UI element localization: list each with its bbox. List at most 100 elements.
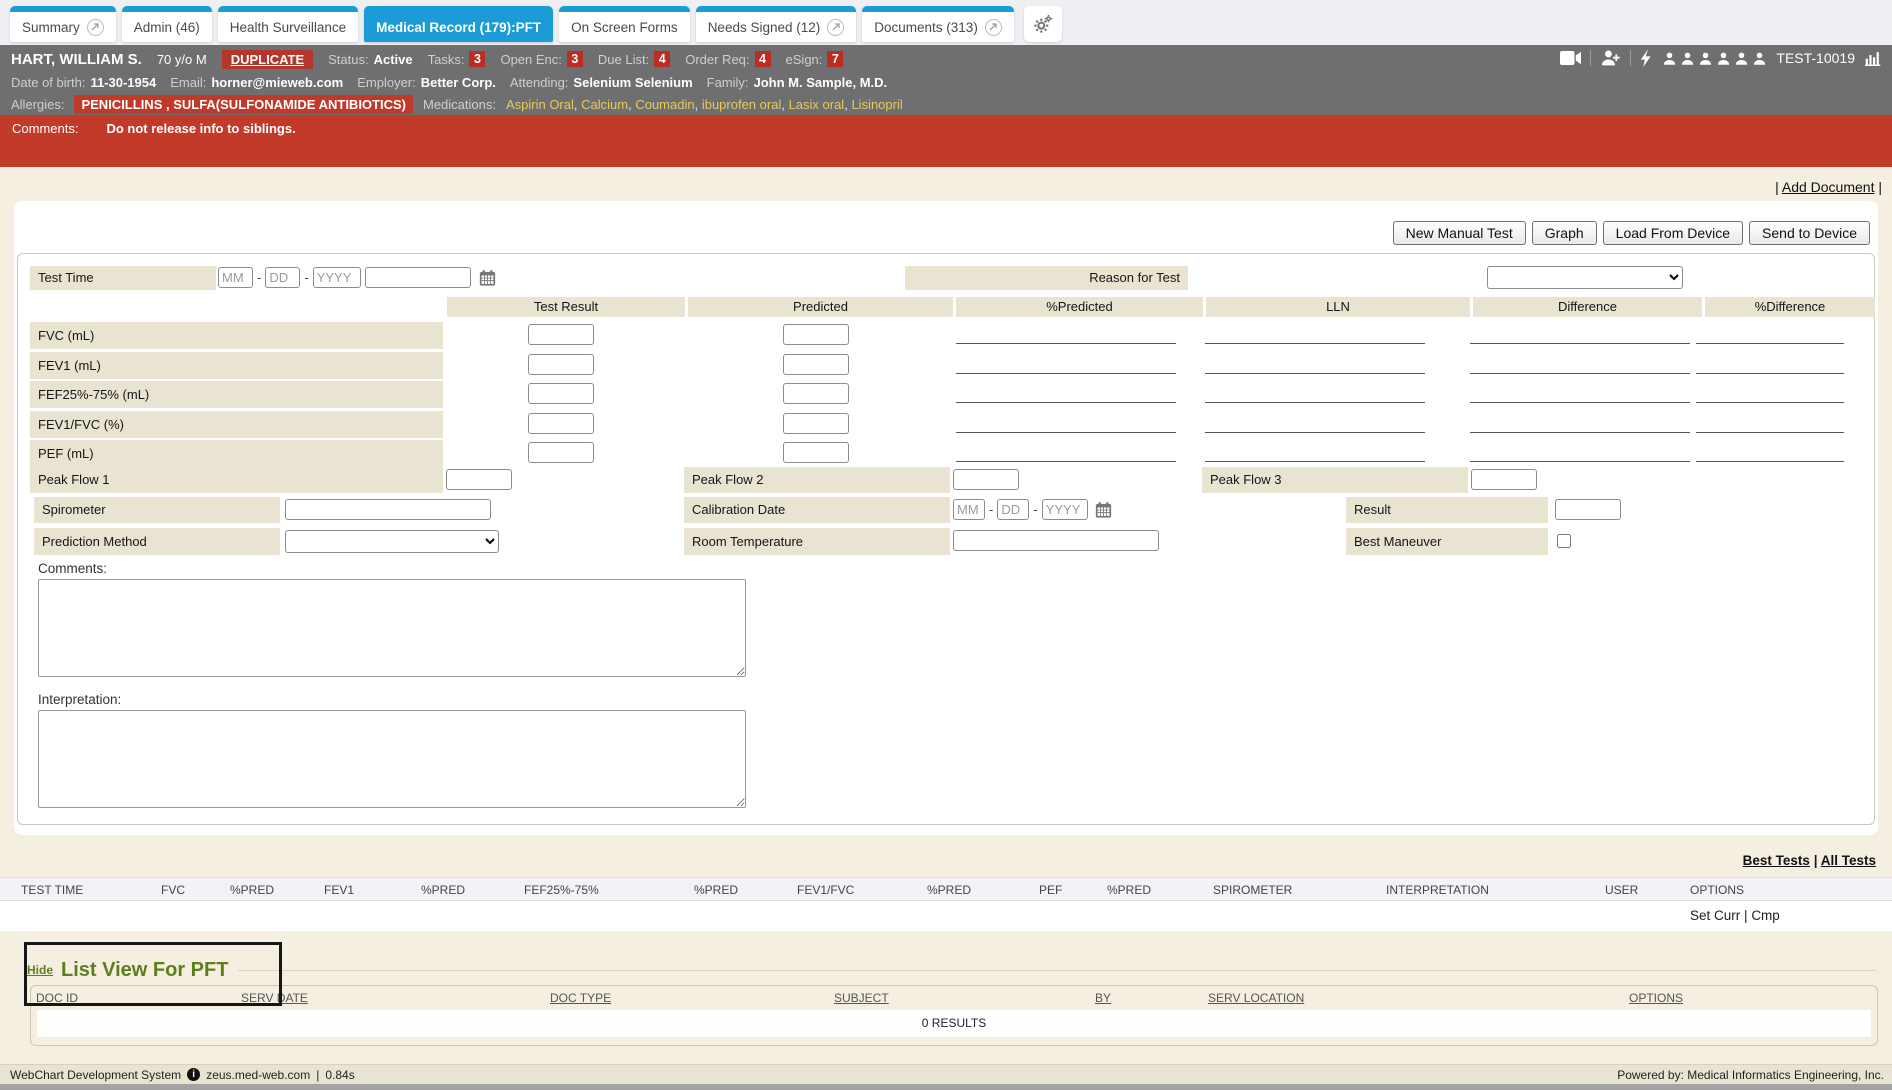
fev1-fvc-predicted-input[interactable] xyxy=(783,413,849,434)
load-from-device-button[interactable]: Load From Device xyxy=(1603,221,1743,245)
popout-icon[interactable] xyxy=(985,19,1002,36)
email-label: Email: xyxy=(170,75,206,90)
room-temperature-input[interactable] xyxy=(953,530,1159,551)
doc-col-options[interactable]: OPTIONS xyxy=(1629,991,1683,1005)
peak-flow-3-input[interactable] xyxy=(1471,469,1537,490)
add-person-icon[interactable] xyxy=(1600,49,1621,67)
tab-needs-signed[interactable]: Needs Signed (12) xyxy=(696,6,857,42)
calendar-icon[interactable] xyxy=(1095,501,1112,519)
fvc-predicted-input[interactable] xyxy=(783,324,849,345)
flowsheet-chart-icon[interactable] xyxy=(1864,50,1882,66)
prediction-method-select[interactable] xyxy=(285,530,499,553)
tab-documents[interactable]: Documents (313) xyxy=(862,6,1014,42)
popout-icon[interactable] xyxy=(827,19,844,36)
settings-button[interactable] xyxy=(1024,6,1062,42)
medication-link[interactable]: ibuprofen oral xyxy=(702,97,782,112)
doc-col-doc-type[interactable]: DOC TYPE xyxy=(550,991,611,1005)
panel-members-icons[interactable] xyxy=(1662,51,1767,66)
calendar-icon[interactable] xyxy=(479,269,496,287)
tasks-label: Tasks: xyxy=(428,52,465,67)
tab-health-surveillance[interactable]: Health Surveillance xyxy=(218,6,358,42)
add-document-link[interactable]: Add Document xyxy=(1782,179,1875,195)
doc-col-by[interactable]: BY xyxy=(1095,991,1111,1005)
peak-flow-2-input[interactable] xyxy=(953,469,1019,490)
patient-age-sex: 70 y/o M xyxy=(157,52,207,67)
test-time-input[interactable] xyxy=(365,267,471,288)
fev1-lln-value xyxy=(1205,373,1425,374)
send-to-device-button[interactable]: Send to Device xyxy=(1749,221,1870,245)
spirometer-label: Spirometer xyxy=(34,497,280,523)
fev1-result-input[interactable] xyxy=(528,354,594,375)
comments-alert-bar: Comments: Do not release info to sibling… xyxy=(0,115,1892,167)
lightning-bolt-icon[interactable] xyxy=(1640,49,1653,67)
graph-button[interactable]: Graph xyxy=(1532,221,1597,245)
info-icon[interactable]: i xyxy=(187,1068,200,1081)
popout-icon[interactable] xyxy=(87,19,104,36)
reason-for-test-select[interactable] xyxy=(1487,266,1683,289)
fef-predicted-input[interactable] xyxy=(783,383,849,404)
fvc-row: FVC (mL) xyxy=(18,322,1874,349)
calibration-date-label: Calibration Date xyxy=(684,497,950,523)
open-enc-label: Open Enc: xyxy=(500,52,561,67)
results-col-spirometer: SPIROMETER xyxy=(1213,883,1292,897)
reason-for-test-label: Reason for Test xyxy=(905,266,1188,290)
medication-link[interactable]: Lasix oral xyxy=(789,97,845,112)
best-maneuver-checkbox[interactable] xyxy=(1557,534,1571,548)
email-value[interactable]: horner@mieweb.com xyxy=(211,75,343,90)
test-date-day-input[interactable] xyxy=(265,267,300,288)
doc-col-subject[interactable]: SUBJECT xyxy=(834,991,889,1005)
set-curr-link[interactable]: Set Curr xyxy=(1690,908,1740,923)
fef-lln-value xyxy=(1205,402,1425,403)
medication-link[interactable]: Lisinopril xyxy=(851,97,902,112)
person-icon xyxy=(1680,51,1695,66)
footer-app-name: WebChart Development System xyxy=(10,1068,181,1082)
employer-value: Better Corp. xyxy=(421,75,496,90)
tasks-count-badge[interactable]: 3 xyxy=(469,51,485,67)
order-req-count-badge[interactable]: 4 xyxy=(755,51,771,67)
due-list-count-badge[interactable]: 4 xyxy=(654,51,670,67)
interpretation-textarea[interactable] xyxy=(38,710,746,808)
calibration-month-input[interactable] xyxy=(953,499,985,520)
person-icon xyxy=(1698,51,1713,66)
fev1-fvc-result-input[interactable] xyxy=(528,413,594,434)
pef-result-input[interactable] xyxy=(528,442,594,463)
fef-difference-value xyxy=(1470,402,1690,403)
tab-label: Needs Signed (12) xyxy=(708,20,821,35)
spirometer-row: Spirometer Calibration Date - - Result xyxy=(18,497,1874,523)
tab-medical-record[interactable]: Medical Record (179):PFT xyxy=(364,6,553,42)
fef-result-input[interactable] xyxy=(528,383,594,404)
tab-summary[interactable]: Summary xyxy=(10,6,116,42)
fev1-fvc-label: FEV1/FVC (%) xyxy=(30,411,443,438)
test-date-year-input[interactable] xyxy=(313,267,361,288)
medication-link[interactable]: Coumadin xyxy=(635,97,694,112)
fev1-row: FEV1 (mL) xyxy=(18,352,1874,379)
esign-count-badge[interactable]: 7 xyxy=(827,51,843,67)
tab-on-screen-forms[interactable]: On Screen Forms xyxy=(559,6,690,42)
medication-link[interactable]: Calcium xyxy=(581,97,628,112)
test-date-month-input[interactable] xyxy=(218,267,253,288)
duplicate-badge[interactable]: DUPLICATE xyxy=(222,50,313,69)
tab-admin[interactable]: Admin (46) xyxy=(122,6,212,42)
esign-label: eSign: xyxy=(786,52,823,67)
calibration-day-input[interactable] xyxy=(997,499,1029,520)
peak-flow-1-input[interactable] xyxy=(446,469,512,490)
order-req-label: Order Req: xyxy=(685,52,749,67)
fvc-result-input[interactable] xyxy=(528,324,594,345)
video-camera-icon[interactable] xyxy=(1560,50,1581,66)
comments-textarea[interactable] xyxy=(38,579,746,677)
medication-link[interactable]: Aspirin Oral xyxy=(506,97,574,112)
test-time-inputs: - - xyxy=(218,267,496,288)
open-enc-count-badge[interactable]: 3 xyxy=(567,51,583,67)
best-tests-link[interactable]: Best Tests xyxy=(1743,853,1810,868)
fev1-predicted-input[interactable] xyxy=(783,354,849,375)
pef-predicted-input[interactable] xyxy=(783,442,849,463)
person-icon xyxy=(1752,51,1767,66)
cmp-link[interactable]: Cmp xyxy=(1751,908,1780,923)
result-input[interactable] xyxy=(1555,499,1621,520)
allergies-badge[interactable]: PENICILLINS , SULFA(SULFONAMIDE ANTIBIOT… xyxy=(74,95,413,114)
new-manual-test-button[interactable]: New Manual Test xyxy=(1393,221,1526,245)
doc-col-serv-location[interactable]: SERV LOCATION xyxy=(1208,991,1304,1005)
all-tests-link[interactable]: All Tests xyxy=(1821,853,1876,868)
spirometer-input[interactable] xyxy=(285,499,491,520)
calibration-year-input[interactable] xyxy=(1042,499,1088,520)
